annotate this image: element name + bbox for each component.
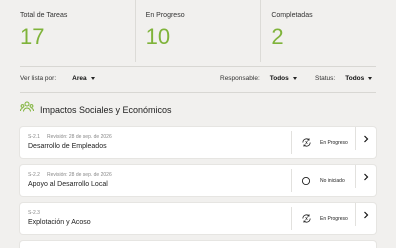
divider: [20, 66, 376, 67]
chevron-down-icon: [90, 77, 95, 80]
stat-label: Completadas: [271, 12, 313, 19]
status-value: Todos: [345, 75, 365, 82]
view-by-filter: Ver lista por: Area: [20, 75, 95, 82]
task-card[interactable]: S-2.1 Revisión: 28 de sep. de 2026 Desarr…: [20, 127, 376, 158]
chevron-down-icon: [292, 77, 297, 80]
task-card[interactable]: [20, 241, 376, 248]
stats-summary: Total de Tareas 17 En Progreso 10 Comple…: [10, 0, 386, 62]
task-code: S-2.2: [28, 172, 40, 178]
task-meta: S-2.1 Revisión: 28 de sep. de 2026: [28, 134, 112, 140]
task-name: Desarrollo de Empleados: [28, 143, 107, 150]
task-code: S-2.3: [28, 210, 40, 216]
task-name: Apoyo al Desarrollo Local: [28, 181, 108, 188]
task-status-label: En Progreso: [320, 139, 348, 146]
stat-label: Total de Tareas: [20, 12, 68, 19]
task-status-label: En Progreso: [320, 215, 348, 222]
stat-label: En Progreso: [145, 12, 185, 19]
stat-total-tasks: Total de Tareas 17: [10, 0, 135, 62]
status-dropdown[interactable]: Todos: [345, 75, 373, 82]
task-meta: S-2.2 Revisión: 28 de sep. de 2026: [28, 172, 112, 178]
task-code: S-2.1: [28, 134, 40, 140]
task-review-date: Revisión: 28 de sep. de 2026: [46, 134, 112, 140]
section-header: Impactos Sociales y Económicos: [20, 100, 172, 119]
open-task-button[interactable]: [355, 203, 376, 226]
task-status-label: No iniciado: [320, 177, 345, 184]
chevron-right-icon: [364, 173, 369, 180]
open-task-button[interactable]: [355, 127, 376, 150]
filter-bar: Ver lista por: Area Responsable: Todos S…: [20, 75, 376, 87]
status-label: Status:: [315, 75, 336, 82]
task-review-date: Revisión: 28 de sep. de 2026: [46, 172, 112, 178]
chevron-down-icon: [368, 77, 373, 80]
stat-value: 10: [145, 24, 171, 49]
task-name: Explotación y Acoso: [28, 219, 91, 226]
responsible-value: Todos: [269, 75, 289, 82]
responsible-dropdown[interactable]: Todos: [270, 75, 297, 82]
stat-completed: Completadas 2: [260, 0, 386, 62]
section-title: Impactos Sociales y Económicos: [40, 104, 172, 115]
chevron-right-icon: [364, 211, 369, 218]
stat-value: 17: [20, 24, 45, 49]
responsible-label: Responsable:: [220, 75, 260, 82]
view-by-value: Area: [72, 75, 87, 82]
divider: [20, 92, 376, 93]
status-filter: Status: Todos: [315, 75, 373, 82]
in-progress-icon: [299, 136, 313, 150]
not-started-icon: [299, 174, 313, 188]
stat-in-progress: En Progreso 10: [134, 0, 261, 62]
task-card[interactable]: S-2.3 Explotación y Acoso En Progreso: [20, 203, 376, 234]
task-meta: S-2.3: [28, 210, 40, 216]
stat-value: 2: [271, 24, 284, 49]
people-group-icon: [20, 100, 34, 119]
view-by-dropdown[interactable]: Area: [72, 75, 95, 82]
task-card[interactable]: S-2.2 Revisión: 28 de sep. de 2026 Apoyo …: [20, 165, 376, 196]
responsible-filter: Responsable: Todos: [220, 75, 297, 82]
view-by-label: Ver lista por:: [20, 75, 57, 82]
open-task-button[interactable]: [355, 165, 376, 188]
chevron-right-icon: [364, 135, 369, 142]
in-progress-icon: [299, 212, 313, 226]
